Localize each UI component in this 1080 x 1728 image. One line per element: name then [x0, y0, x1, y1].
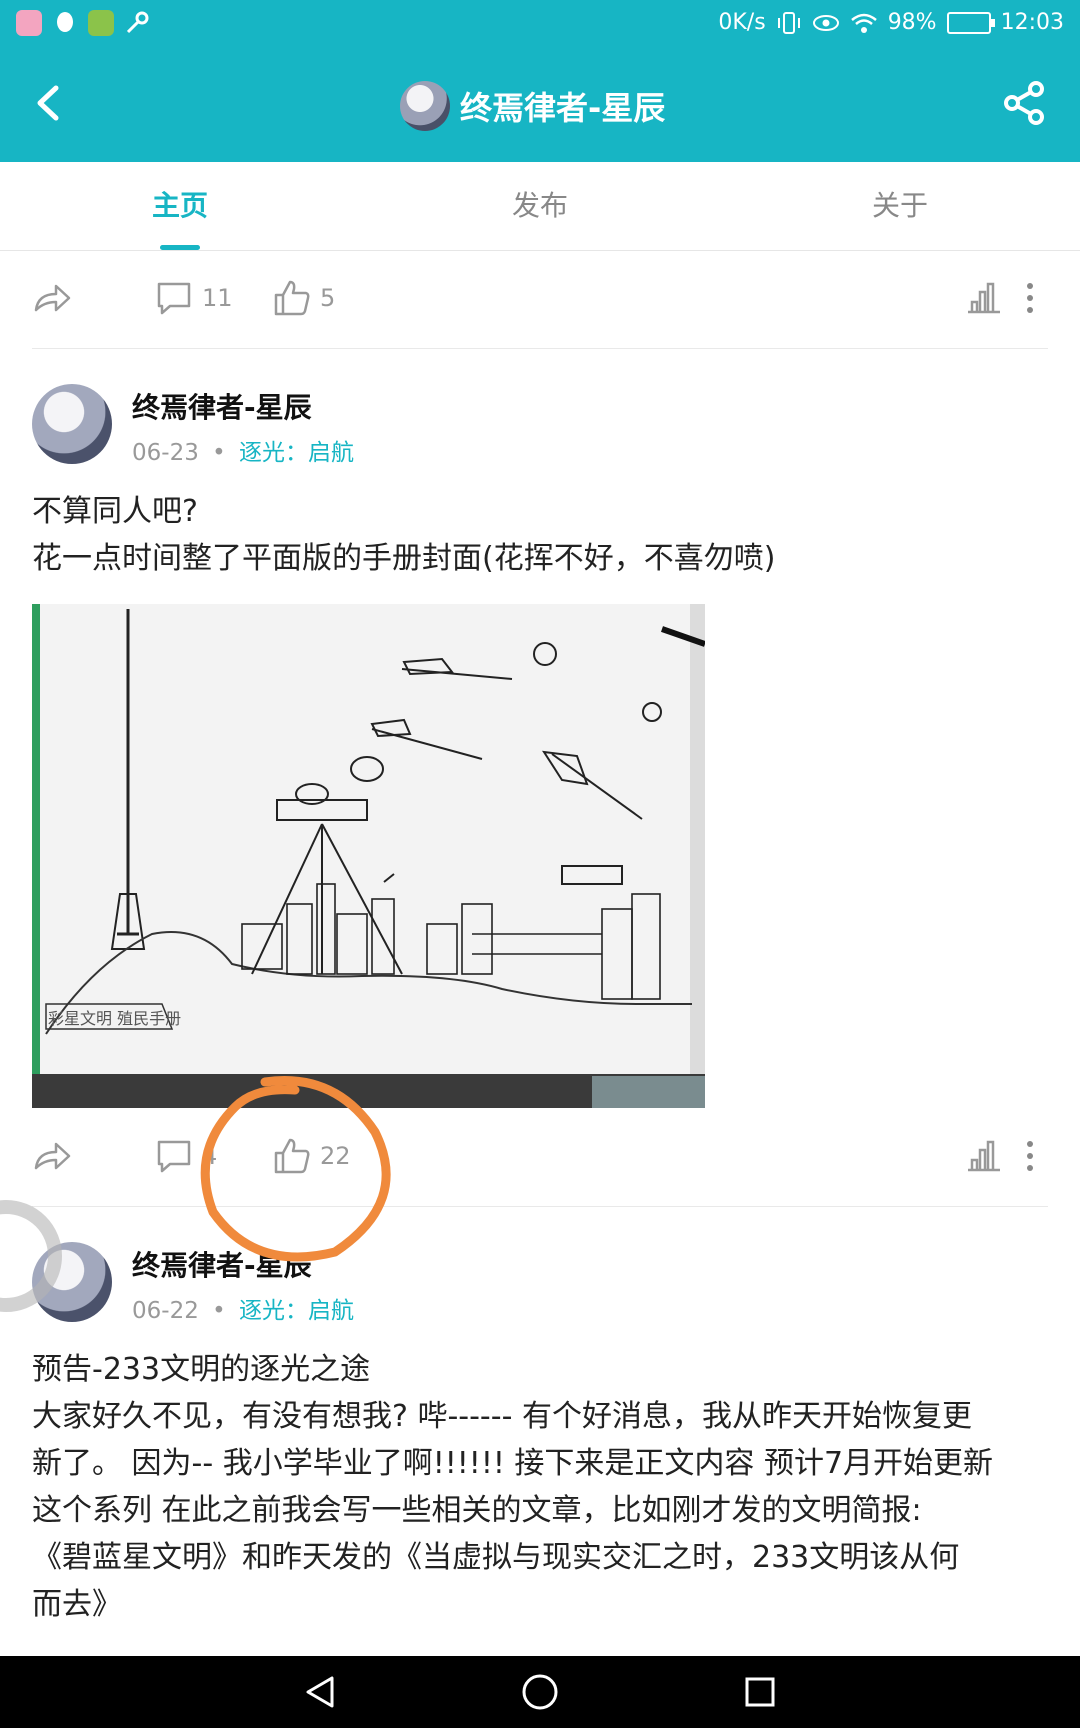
more-vertical-icon	[1027, 283, 1033, 313]
post-divider	[32, 1206, 1048, 1207]
post-text-line: 《碧蓝星文明》和昨天发的《当虚拟与现实交汇之时，233文明该从何	[32, 1540, 960, 1575]
app-header: 终焉律者-星辰	[0, 50, 1080, 162]
post-text-line: 这个系列 在此之前我会写一些相关的文章，比如刚才发的文明简报:	[32, 1493, 922, 1528]
post-text-line: 大家好久不见，有没有想我? 哔------ 有个好消息，我从昨天开始恢复更	[32, 1399, 972, 1434]
image-caption: 彩星文明 殖民手册	[48, 1009, 181, 1028]
battery-percent: 98%	[887, 10, 937, 35]
post-text-line: 预告-233文明的逐光之途	[32, 1352, 371, 1387]
annotation-circle	[200, 1076, 391, 1262]
post-action-bar: 11 5	[32, 264, 1048, 334]
post-text-line: 花一点时间整了平面版的手册封面(花挥不好，不喜勿喷)	[32, 541, 776, 576]
header-title-group: 终焉律者-星辰	[400, 78, 665, 134]
more-options-button[interactable]	[1022, 1136, 1038, 1176]
avatar	[32, 384, 112, 464]
thumbs-up-icon	[274, 280, 310, 316]
bilibili-notification-icon	[16, 10, 42, 36]
post-author-avatar[interactable]	[32, 384, 112, 464]
city-drawing-illustration: 彩星文明 殖民手册	[32, 604, 705, 1108]
forward-icon	[34, 1142, 71, 1170]
qq-notification-icon	[52, 10, 78, 36]
status-bar: 0K/s 98% 12:03	[0, 0, 1080, 50]
post-image[interactable]: 彩星文明 殖民手册	[32, 604, 705, 1108]
post-date: 06-23	[132, 440, 199, 466]
like-button[interactable]: 5	[272, 278, 335, 318]
forward-icon	[34, 284, 71, 312]
stats-button[interactable]	[964, 278, 1004, 318]
post-divider	[32, 348, 1048, 349]
stats-button[interactable]	[964, 1136, 1004, 1176]
bar-chart-icon	[968, 282, 1000, 314]
nav-home-icon[interactable]	[519, 1671, 561, 1713]
tab-publish[interactable]: 发布	[360, 162, 720, 250]
post-date: 06-22	[132, 1298, 199, 1324]
post-text-line: 新了。 因为-- 我小学毕业了啊!!!!!! 接下来是正文内容 预计7月开始更新	[32, 1446, 994, 1481]
meta-separator: •	[212, 1298, 226, 1324]
share-button[interactable]	[998, 76, 1052, 130]
system-nav-bar	[0, 1656, 1080, 1728]
tab-active-indicator	[160, 245, 200, 250]
forward-button[interactable]	[32, 1136, 72, 1176]
status-right-group: 0K/s 98% 12:03	[718, 10, 1064, 35]
tab-home[interactable]: 主页	[0, 162, 360, 250]
page-title: 终焉律者-星辰	[460, 89, 666, 127]
post-action-bar: 4 22	[32, 1122, 1048, 1192]
post-text-line: 而去》	[32, 1587, 122, 1622]
tab-bar: 主页 发布 关于	[0, 162, 1080, 251]
post-body: 预告-233文明的逐光之途 大家好久不见，有没有想我? 哔------ 有个好消…	[32, 1346, 1048, 1628]
meta-separator: •	[212, 440, 226, 466]
tab-about[interactable]: 关于	[720, 162, 1080, 250]
eye-comfort-icon	[812, 14, 839, 31]
comment-icon	[157, 282, 191, 315]
comment-button[interactable]: 11	[154, 278, 233, 318]
post-body: 不算同人吧? 花一点时间整了平面版的手册封面(花挥不好，不喜勿喷)	[32, 488, 1048, 582]
more-options-button[interactable]	[1022, 278, 1038, 318]
nav-recents-icon[interactable]	[740, 1672, 780, 1712]
key-notification-icon	[124, 10, 150, 36]
comment-count: 11	[202, 284, 233, 312]
nav-back-icon[interactable]	[300, 1672, 340, 1712]
header-avatar	[400, 81, 450, 131]
forward-button[interactable]	[32, 278, 72, 318]
wifi-icon	[850, 13, 877, 33]
status-notification-icons	[16, 10, 150, 36]
vibrate-icon	[777, 11, 800, 34]
more-vertical-icon	[1027, 1141, 1033, 1171]
back-arrow-icon	[37, 85, 59, 121]
battery-icon	[946, 11, 995, 34]
clock: 12:03	[1000, 10, 1064, 35]
post-topic-tag[interactable]: 逐光：启航	[239, 1298, 354, 1324]
bar-chart-icon	[968, 1140, 1000, 1172]
post-topic-tag[interactable]: 逐光：启航	[239, 440, 354, 466]
share-icon	[1004, 81, 1044, 125]
post-author-name[interactable]: 终焉律者-星辰	[132, 386, 312, 426]
comment-icon	[157, 1140, 191, 1173]
network-speed: 0K/s	[718, 10, 766, 35]
back-button[interactable]	[24, 78, 74, 128]
like-count: 5	[320, 284, 336, 312]
post-meta: 06-22 • 逐光：启航	[132, 1291, 354, 1325]
post-text-line: 不算同人吧?	[32, 494, 198, 529]
clover-notification-icon	[88, 10, 114, 36]
post-meta: 06-23 • 逐光：启航	[132, 433, 354, 467]
